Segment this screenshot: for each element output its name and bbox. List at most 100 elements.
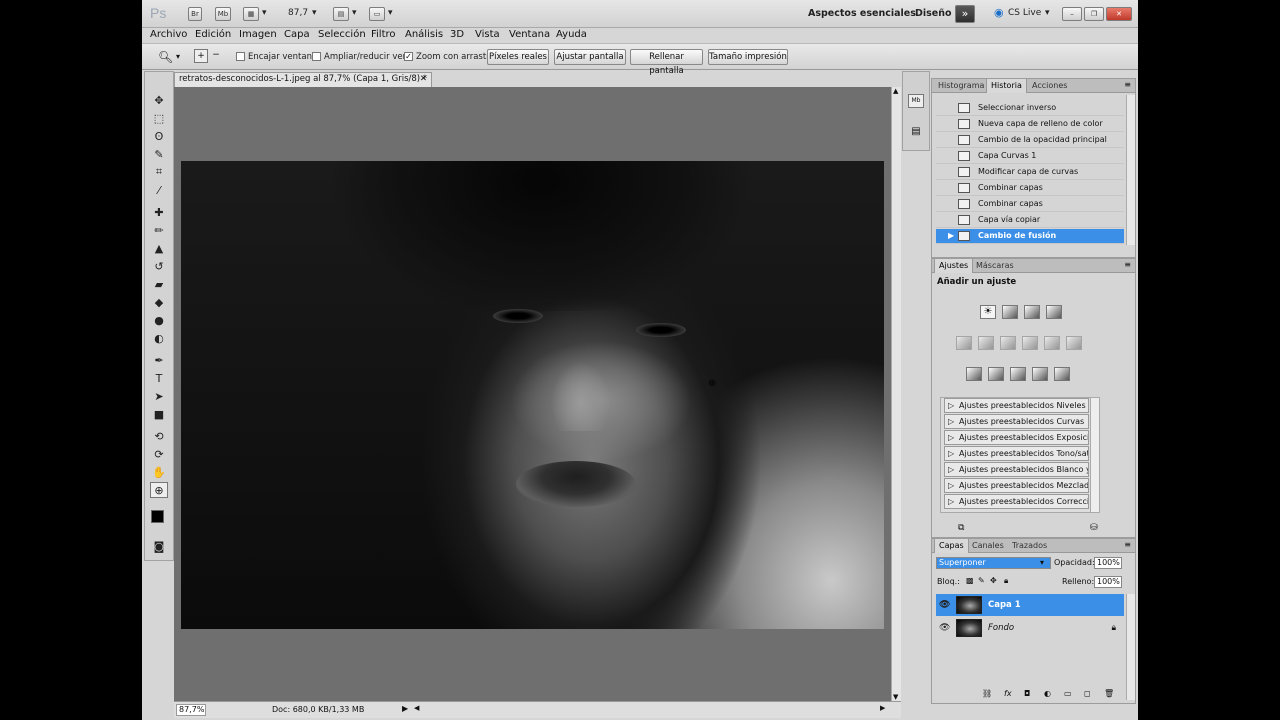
history-item[interactable]: Capa Curvas 1 <box>936 149 1124 164</box>
print-size-button[interactable]: Tamaño impresión <box>708 49 788 65</box>
cs-live-button[interactable]: CS Live <box>1008 8 1041 18</box>
healing-brush-tool-icon[interactable]: ✚ <box>150 204 168 220</box>
preset-levels[interactable]: Ajustes preestablecidos Niveles <box>944 398 1089 413</box>
curves-icon[interactable] <box>1024 305 1040 319</box>
preset-curves[interactable]: Ajustes preestablecidos Curvas <box>944 414 1089 429</box>
quick-selection-tool-icon[interactable]: ✎ <box>150 146 168 162</box>
blur-tool-icon[interactable]: ● <box>150 312 168 328</box>
channel-mixer-icon[interactable] <box>1066 336 1082 350</box>
document-size-info[interactable]: Doc: 680,0 KB/1,33 MB <box>272 705 364 714</box>
marquee-tool-icon[interactable]: ⬚ <box>150 110 168 126</box>
tab-canales[interactable]: Canales <box>968 539 1008 553</box>
menu-3d[interactable]: 3D <box>450 29 464 40</box>
tab-capas[interactable]: Capas <box>934 539 969 553</box>
brush-tool-icon[interactable]: ✏ <box>150 222 168 238</box>
menu-imagen[interactable]: Imagen <box>239 29 277 40</box>
add-mask-icon[interactable]: ◘ <box>1024 689 1030 698</box>
status-menu-arrow-icon[interactable]: ▶ <box>402 704 408 713</box>
quick-mask-icon[interactable]: ◙ <box>150 538 168 554</box>
history-brush-tool-icon[interactable]: ↺ <box>150 258 168 274</box>
scroll-right-icon[interactable]: ▶ <box>880 704 885 712</box>
close-icon[interactable]: ✕ <box>1106 7 1132 21</box>
dropdown-arrow-icon[interactable]: ▾ <box>312 8 317 18</box>
lock-position-icon[interactable]: ✥ <box>990 576 997 585</box>
exposure-icon[interactable] <box>1046 305 1062 319</box>
history-item[interactable]: Combinar capas <box>936 197 1124 212</box>
pen-tool-icon[interactable]: ✒ <box>150 352 168 368</box>
view-extras-icon[interactable]: ▦ <box>243 7 259 21</box>
vibrance-icon[interactable] <box>956 336 972 350</box>
minimize-icon[interactable]: – <box>1062 7 1082 21</box>
brightness-contrast-icon[interactable]: ☀ <box>980 305 996 319</box>
eyedropper-tool-icon[interactable]: ⁄ <box>150 182 168 198</box>
document-tab[interactable]: retratos-desconocidos-L-1.jpeg al 87,7% … <box>174 72 432 87</box>
workspace-essentials[interactable]: Aspectos esenciales <box>808 8 916 19</box>
cs-live-icon[interactable]: ◉ <box>994 6 1004 19</box>
history-item[interactable]: Cambio de la opacidad principal <box>936 133 1124 148</box>
link-layers-icon[interactable]: ⛓ <box>982 689 992 698</box>
hand-tool-icon[interactable]: ✋ <box>150 464 168 480</box>
fit-window-checkbox[interactable] <box>236 52 245 61</box>
dropdown-arrow-icon[interactable]: ▾ <box>176 52 180 61</box>
new-adjustment-layer-icon[interactable]: ◐ <box>1044 689 1051 698</box>
mini-bridge-panel-icon[interactable]: Mb <box>908 94 924 108</box>
layer-style-icon[interactable]: fx <box>1004 689 1012 698</box>
tab-historia[interactable]: Historia <box>986 79 1027 93</box>
tab-mascaras[interactable]: Máscaras <box>972 259 1018 273</box>
3d-orbit-tool-icon[interactable]: ⟳ <box>150 446 168 462</box>
tab-ajustes[interactable]: Ajustes <box>934 259 974 273</box>
paint-bucket-tool-icon[interactable]: ◆ <box>150 294 168 310</box>
selective-color-icon[interactable] <box>1054 367 1070 381</box>
eraser-tool-icon[interactable]: ▰ <box>150 276 168 292</box>
zoom-tool-icon[interactable]: ⊕ <box>150 482 168 498</box>
layer-row[interactable]: 👁︎ Capa 1 <box>936 594 1124 616</box>
preset-hue-saturation[interactable]: Ajustes preestablecidos Tono/satur... <box>944 446 1089 461</box>
history-item[interactable]: Combinar capas <box>936 181 1124 196</box>
zoom-in-icon[interactable]: + <box>194 49 208 63</box>
screen-mode-icon[interactable]: ▭ <box>369 7 385 21</box>
zoom-out-icon[interactable]: − <box>209 49 223 63</box>
blend-mode-select[interactable]: Superponer <box>936 557 1051 569</box>
scroll-down-icon[interactable]: ▼ <box>893 693 898 701</box>
black-white-icon[interactable] <box>1022 336 1038 350</box>
layer-row[interactable]: 👁︎ Fondo 🔒︎ <box>936 617 1124 639</box>
workspace-design[interactable]: Diseño <box>915 8 952 19</box>
menu-capa[interactable]: Capa <box>284 29 310 40</box>
lock-pixels-icon[interactable]: ✎ <box>978 576 985 585</box>
menu-ayuda[interactable]: Ayuda <box>556 29 587 40</box>
menu-filtro[interactable]: Filtro <box>371 29 396 40</box>
layers-scrollbar[interactable] <box>1126 594 1135 700</box>
clip-to-layer-icon[interactable]: ⧉ <box>958 523 964 533</box>
delete-layer-icon[interactable]: 🗑︎ <box>1104 689 1114 698</box>
foreground-color-swatch[interactable] <box>151 510 164 523</box>
restore-icon[interactable]: ❐ <box>1084 7 1104 21</box>
eye-visibility-icon[interactable]: 👁︎ <box>939 594 950 616</box>
dodge-tool-icon[interactable]: ◐ <box>150 330 168 346</box>
gradient-map-icon[interactable] <box>1032 367 1048 381</box>
scrubby-zoom-checkbox[interactable]: ✓ <box>404 52 413 61</box>
vertical-scrollbar[interactable]: ▲ ▼ <box>891 87 901 701</box>
portrait-photo[interactable] <box>181 161 884 629</box>
more-workspaces-icon[interactable]: » <box>955 5 975 23</box>
scroll-up-icon[interactable]: ▲ <box>893 87 898 95</box>
fit-screen-button[interactable]: Ajustar pantalla <box>554 49 626 65</box>
menu-vista[interactable]: Vista <box>475 29 500 40</box>
dropdown-arrow-icon[interactable]: ▾ <box>1040 558 1044 567</box>
zoom-percent-field[interactable]: 87,7% <box>176 704 206 716</box>
history-item-active[interactable]: ▶ Cambio de fusión <box>936 229 1124 244</box>
panel-menu-icon[interactable]: ≡ <box>1124 540 1131 549</box>
menu-edicion[interactable]: Edición <box>195 29 231 40</box>
tab-trazados[interactable]: Trazados <box>1008 539 1051 553</box>
preset-black-white[interactable]: Ajustes preestablecidos Blanco y ne... <box>944 462 1089 477</box>
mini-bridge-icon[interactable]: Mb <box>215 7 231 21</box>
type-tool-icon[interactable]: T <box>150 370 168 386</box>
presets-scrollbar[interactable] <box>1090 398 1099 512</box>
new-layer-icon[interactable]: ◻ <box>1084 689 1091 698</box>
preset-channel-mixer[interactable]: Ajustes preestablecidos Mezclador ... <box>944 478 1089 493</box>
invert-icon[interactable] <box>966 367 982 381</box>
canvas-area[interactable]: ⊕ <box>174 87 891 701</box>
path-selection-tool-icon[interactable]: ➤ <box>150 388 168 404</box>
menu-seleccion[interactable]: Selección <box>318 29 366 40</box>
tab-acciones[interactable]: Acciones <box>1028 79 1071 93</box>
clone-stamp-tool-icon[interactable]: ▲ <box>150 240 168 256</box>
